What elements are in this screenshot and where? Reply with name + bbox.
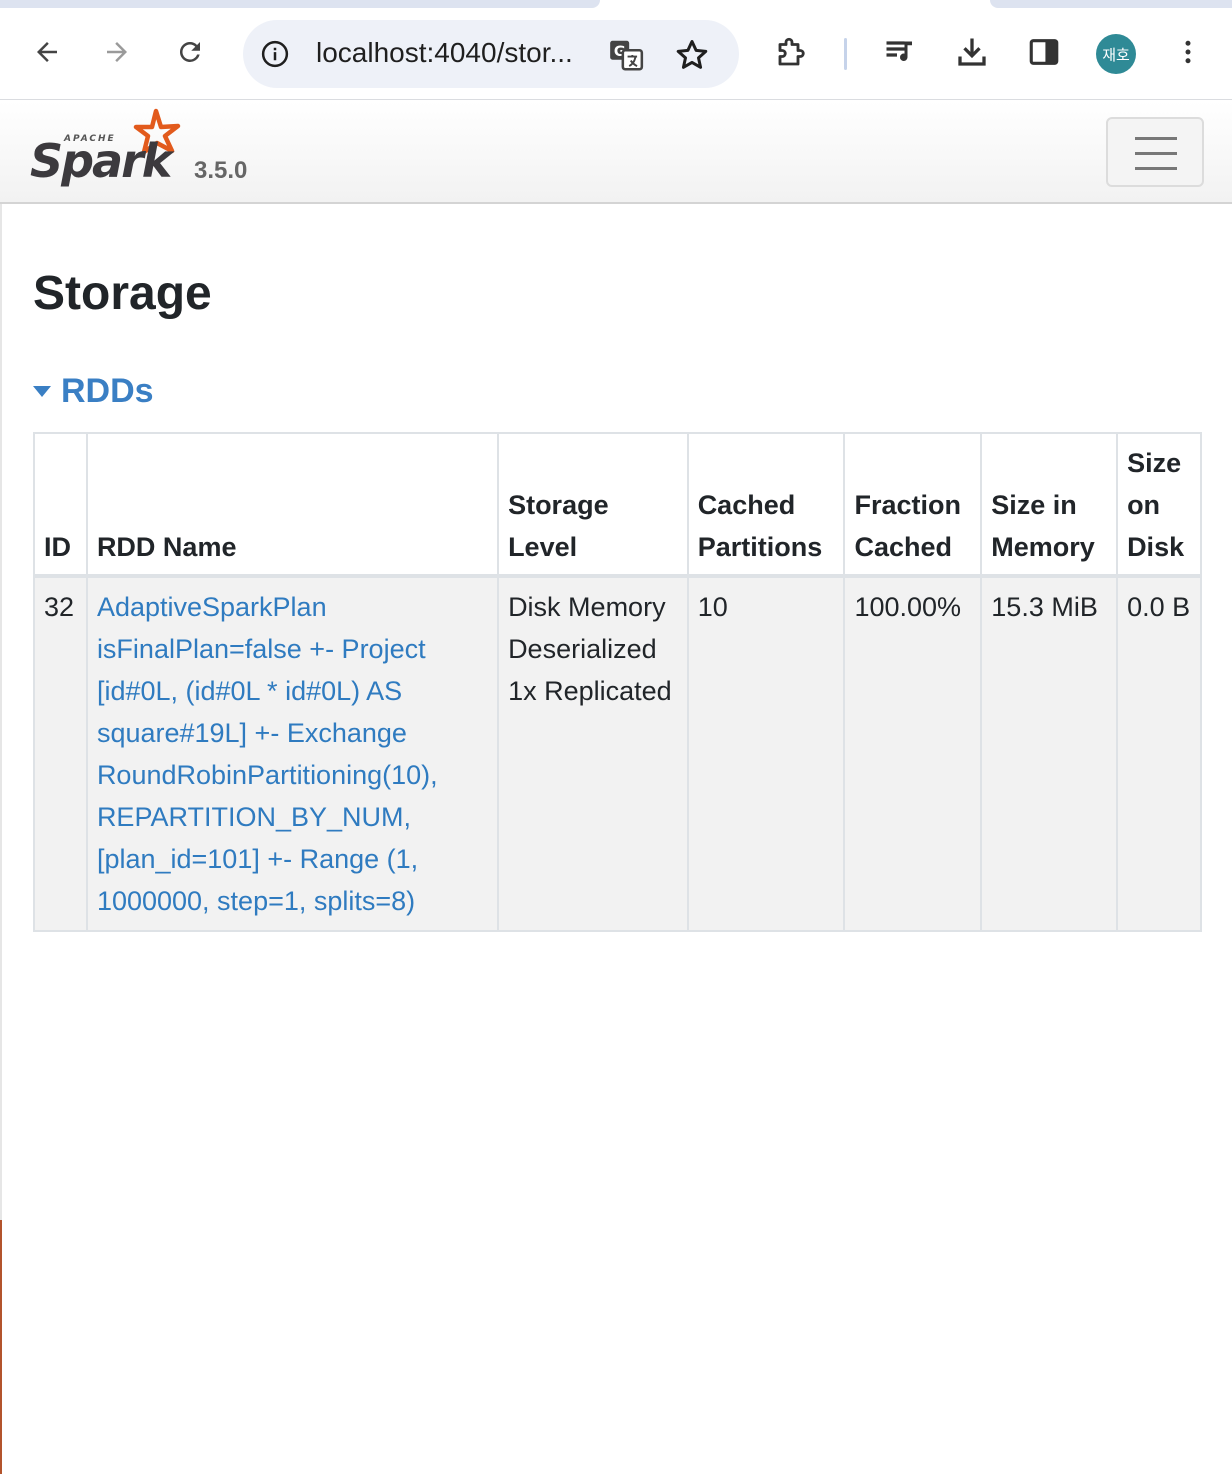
cell-size-in-memory: 15.3 MiB [980,575,1119,932]
download-icon [958,38,986,66]
cell-id: 32 [33,575,88,932]
puzzle-icon [778,37,805,66]
header-rdd-name[interactable]: RDD Name [85,432,500,578]
reload-icon [179,41,200,62]
window-edge-accent [0,1220,2,1474]
window-edge [0,204,2,1220]
side-panel-button[interactable] [1022,30,1066,74]
svg-text:Spark: Spark [30,134,175,188]
reload-button[interactable] [168,30,212,74]
cell-fraction-cached: 100.00% [843,575,983,932]
spark-logo[interactable]: APACHE Spark [28,105,188,191]
table-header-row: ID RDD Name Storage Level Cached Partiti… [33,432,1202,578]
tab-strip-left [0,0,600,8]
rdds-section-toggle[interactable]: RDDs [33,368,154,414]
forward-button[interactable] [95,30,139,74]
rdd-name-link[interactable]: AdaptiveSparkPlan isFinalPlan=false +- P… [97,592,438,916]
header-fraction-cached[interactable]: Fraction Cached [843,432,983,578]
cell-size-on-disk: 0.0 B [1116,575,1202,932]
toolbar-separator [844,38,847,70]
caret-down-icon [33,385,51,397]
spark-version: 3.5.0 [194,157,248,184]
header-size-in-memory[interactable]: Size in Memory [980,432,1119,578]
spark-navbar: APACHE Spark 3.5.0 [0,101,1232,204]
playlist-music-icon [886,41,912,61]
header-storage-level[interactable]: Storage Level [497,432,689,578]
rdds-section-label: RDDs [61,371,154,410]
header-id[interactable]: ID [33,432,88,578]
cell-cached-partitions: 10 [686,575,846,932]
browser-menu-button[interactable] [1166,30,1210,74]
profile-avatar[interactable]: 재호 [1096,34,1136,74]
page-title: Storage [33,267,212,320]
side-panel-icon [1029,39,1059,65]
bookmark-star-icon[interactable] [673,36,711,74]
navbar-menu-toggle[interactable] [1106,117,1204,187]
rdd-table: ID RDD Name Storage Level Cached Partiti… [33,432,1202,932]
downloads-button[interactable] [950,30,994,74]
header-size-on-disk[interactable]: Size on Disk [1116,432,1202,578]
hamburger-icon [1135,137,1177,140]
address-bar[interactable]: localhost:4040/stor... G [243,20,739,88]
site-info-icon[interactable] [257,36,293,72]
arrow-left-icon [37,42,57,62]
browser-toolbar: localhost:4040/stor... G 재호 [0,8,1232,100]
table-row: 32 AdaptiveSparkPlan isFinalPlan=false +… [33,575,1202,932]
cell-rdd-name: AdaptiveSparkPlan isFinalPlan=false +- P… [85,575,500,932]
cell-storage-level: Disk Memory Deserialized 1x Replicated [497,575,689,932]
extensions-button[interactable] [770,30,814,74]
media-control-button[interactable] [878,30,922,74]
tab-strip [0,0,1232,8]
header-cached-partitions[interactable]: Cached Partitions [686,432,846,578]
back-button[interactable] [25,30,69,74]
arrow-right-icon [107,42,127,62]
url-text[interactable]: localhost:4040/stor... [316,37,598,69]
tab-strip-right [990,0,1232,8]
more-vertical-icon [1185,40,1191,64]
translate-icon[interactable]: G [607,36,645,74]
